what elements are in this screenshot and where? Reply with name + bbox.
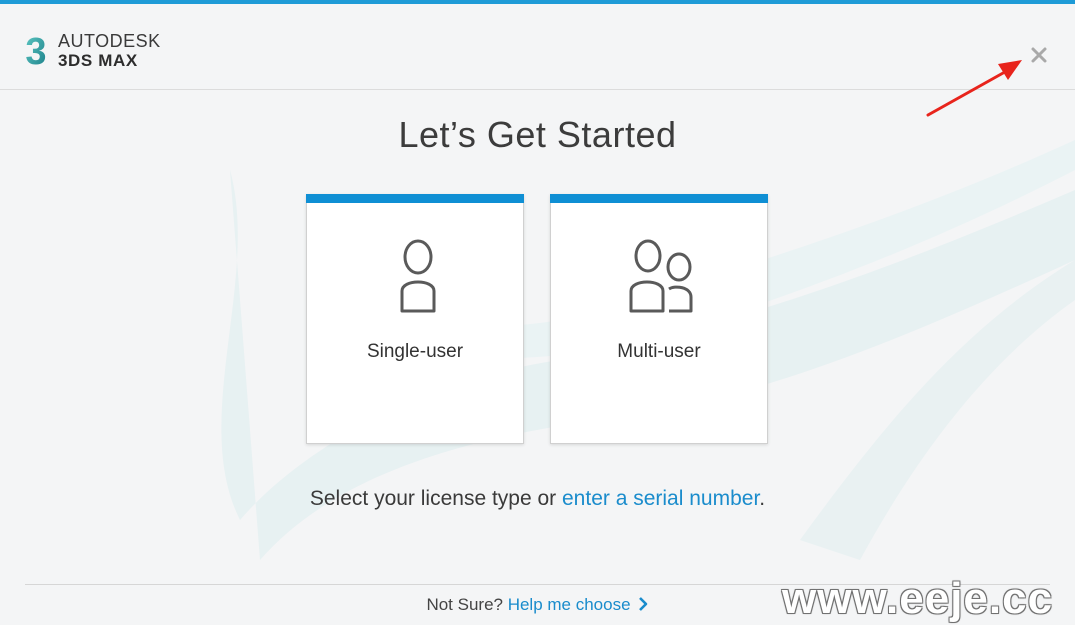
not-sure-text: Not Sure?	[426, 595, 508, 614]
background-artwork	[221, 140, 1075, 560]
multi-user-icon	[629, 239, 693, 313]
product-logo: 3 AUTODESK 3DS MAX	[24, 28, 161, 72]
annotation-arrow-icon	[926, 60, 1022, 117]
product-name: 3DS MAX	[58, 50, 138, 70]
card-accent-bar	[306, 194, 524, 203]
single-user-label: Single-user	[366, 341, 464, 362]
license-instruction: Select your license type or enter a seri…	[0, 487, 1075, 511]
single-user-card[interactable]: Single-user	[306, 194, 524, 444]
multi-user-card[interactable]: Multi-user	[550, 194, 768, 444]
instruction-text: Select your license type or	[309, 487, 562, 510]
help-me-choose-link[interactable]: Help me choose	[508, 595, 631, 614]
chevron-right-icon[interactable]	[637, 597, 649, 611]
3ds-max-logo-icon: 3	[25, 31, 46, 69]
single-user-icon	[400, 239, 436, 313]
page-title: Let’s Get Started	[398, 114, 677, 155]
close-icon[interactable]	[1028, 44, 1050, 66]
card-accent-bar	[550, 194, 768, 203]
svg-text:3: 3	[25, 31, 46, 69]
enter-serial-number-link[interactable]: enter a serial number	[562, 487, 759, 510]
multi-user-label: Multi-user	[617, 341, 701, 362]
header: 3 AUTODESK 3DS MAX	[0, 4, 1075, 89]
brand-name: AUTODESK	[58, 30, 161, 51]
watermark: www.eeje.cc	[782, 574, 1054, 623]
header-divider	[0, 89, 1075, 90]
instruction-end: .	[759, 487, 766, 510]
